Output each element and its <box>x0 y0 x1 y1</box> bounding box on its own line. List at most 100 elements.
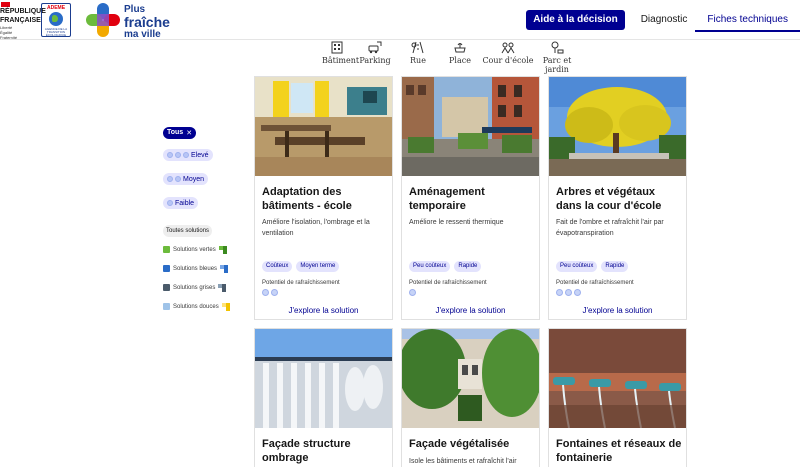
card-description: Améliore l'isolation, l'ombrage et la ve… <box>262 219 370 237</box>
filter-sidebar: Tous ✕ Elevé Moyen Faible Toutes solution… <box>163 121 253 320</box>
classroom-photo <box>255 77 392 176</box>
tag-duration: Rapide <box>601 261 629 272</box>
snowflake-icon <box>167 176 173 182</box>
filter-level-eleve[interactable]: Elevé <box>163 149 213 161</box>
street-icon <box>411 41 424 54</box>
concrete-icon <box>163 284 170 291</box>
potential-rating <box>409 289 418 296</box>
card-tags: Peu coûteux Rapide <box>409 261 485 272</box>
category-label: Parc et jardin <box>542 56 572 74</box>
plus-fraiche-cross-icon[interactable] <box>84 1 122 39</box>
category-place[interactable]: Place <box>438 40 482 74</box>
ademe-subtitle: AGENCE DE LA TRANSITION ÉCOLOGIQUE <box>44 27 68 37</box>
filter-solutions-grises[interactable]: Solutions grises <box>163 282 253 293</box>
snowflake-icon <box>409 289 416 296</box>
site-name[interactable]: Plus fraîche ma ville <box>124 4 170 40</box>
solution-label: Solutions bleues <box>173 265 218 272</box>
green-wall-photo <box>402 329 539 428</box>
card-description: Améliore le ressenti thermique <box>409 219 504 226</box>
solution-card-adaptation-batiments[interactable]: Adaptation des bâtiments - école Amélior… <box>254 76 393 320</box>
explore-solution-link[interactable]: J'explore la solution <box>549 306 686 315</box>
solution-label: Solutions vertes <box>173 246 216 253</box>
snowflake-icon <box>574 289 581 296</box>
potential-rating <box>262 289 280 296</box>
nav-fiches-techniques[interactable]: Fiches techniques <box>695 10 800 32</box>
snowflake-icon <box>175 152 181 158</box>
filter-solutions-bleues[interactable]: Solutions bleues <box>163 263 253 274</box>
category-label: Cour d'école <box>482 56 534 65</box>
snowflake-icon <box>167 152 173 158</box>
solution-badge-icon <box>218 245 227 254</box>
category-parc-jardin[interactable]: Parc et jardin <box>534 40 580 74</box>
card-title: Adaptation des bâtiments - école <box>262 186 352 212</box>
filter-solutions-douces[interactable]: Solutions douces <box>163 301 253 312</box>
card-title: Arbres et végétaux dans la cour d'école <box>556 186 662 212</box>
parking-icon <box>368 41 382 54</box>
category-batiment[interactable]: Bâtiment <box>322 40 359 74</box>
snowflake-icon <box>271 289 278 296</box>
solution-card-facade-vegetalisee[interactable]: Façade végétalisée Isole les bâtiments e… <box>401 328 540 467</box>
yellow-tree-photo <box>549 77 686 176</box>
tag-cost: Coûteux <box>262 261 293 272</box>
category-parking[interactable]: Parking <box>352 40 398 74</box>
category-label: Place <box>449 56 471 65</box>
card-tags: Peu coûteux Rapide <box>556 261 632 272</box>
school-yard-icon <box>501 42 515 54</box>
filter-level-moyen[interactable]: Moyen <box>163 173 209 185</box>
globe-icon <box>49 12 63 26</box>
snowflake-icon <box>167 200 173 206</box>
filter-all-solutions[interactable]: Toutes solutions <box>163 225 213 237</box>
solution-card-facade-structure-ombrage[interactable]: Façade structure ombrage <box>254 328 393 467</box>
solution-card-arbres-cour-ecole[interactable]: Arbres et végétaux dans la cour d'école … <box>548 76 687 320</box>
potential-label: Potentiel de rafraîchissement <box>262 280 340 286</box>
solution-badge-icon <box>220 264 229 273</box>
filter-level-label: Moyen <box>183 175 205 183</box>
nav-diagnostic[interactable]: Diagnostic <box>633 10 696 30</box>
category-rue[interactable]: Rue <box>398 40 438 74</box>
tag-duration: Rapide <box>454 261 482 272</box>
filter-all-chip[interactable]: Tous ✕ <box>163 126 197 139</box>
motto-line-3: Fraternité <box>0 35 18 40</box>
republic-line-2: FRANÇAISE <box>0 17 41 24</box>
category-label: Rue <box>410 56 426 65</box>
card-description: Fait de l'ombre et rafraîchit l'air par … <box>556 219 664 237</box>
tag-duration: Moyen terme <box>296 261 340 272</box>
category-cour-ecole[interactable]: Cour d'école <box>482 40 534 74</box>
tag-cost: Peu coûteux <box>409 261 451 272</box>
building-icon <box>331 41 343 54</box>
close-icon[interactable]: ✕ <box>186 129 192 137</box>
filter-level-label: Faible <box>175 199 195 207</box>
marianne-flag-icon <box>1 2 10 7</box>
filter-solutions-vertes[interactable]: Solutions vertes <box>163 244 253 255</box>
potential-rating <box>556 289 583 296</box>
solution-card-amenagement-temporaire[interactable]: Aménagement temporaire Améliore le resse… <box>401 76 540 320</box>
ademe-logo[interactable]: ADEME AGENCE DE LA TRANSITION ÉCOLOGIQUE <box>41 3 71 37</box>
snowflake-icon <box>175 176 181 182</box>
card-title: Fontaines et réseaux de fontainerie <box>556 438 682 464</box>
facade-louvres-photo <box>255 329 392 428</box>
card-tags: Coûteux Moyen terme <box>262 261 343 272</box>
solution-label: Solutions grises <box>173 284 216 291</box>
aide-decision-button[interactable]: Aide à la décision <box>526 10 625 30</box>
card-title: Façade végétalisée <box>409 438 510 450</box>
potential-label: Potentiel de rafraîchissement <box>556 280 634 286</box>
solution-badge-icon <box>218 283 227 292</box>
republic-line-1: RÉPUBLIQUE <box>0 8 46 15</box>
main-nav: Aide à la décision Diagnostic Fiches tec… <box>526 10 800 32</box>
solution-card-fontaines[interactable]: Fontaines et réseaux de fontainerie <box>548 328 687 467</box>
fountain-icon <box>454 43 466 53</box>
explore-solution-link[interactable]: J'explore la solution <box>402 306 539 315</box>
republique-francaise-logo[interactable]: RÉPUBLIQUE FRANÇAISE Liberté Égalité Fra… <box>0 2 46 40</box>
filter-level-faible[interactable]: Faible <box>163 197 199 209</box>
street-photo <box>402 77 539 176</box>
snowflake-icon <box>183 152 189 158</box>
explore-solution-link[interactable]: J'explore la solution <box>255 306 392 315</box>
tag-cost: Peu coûteux <box>556 261 598 272</box>
site-header: RÉPUBLIQUE FRANÇAISE Liberté Égalité Fra… <box>0 0 800 40</box>
solution-badge-icon <box>221 302 230 311</box>
snowflake-icon <box>262 289 269 296</box>
snowflake-icon <box>565 289 572 296</box>
fountain-spouts-photo <box>549 329 686 428</box>
filter-all-label: Tous <box>167 129 184 136</box>
snowflake-icon <box>556 289 563 296</box>
